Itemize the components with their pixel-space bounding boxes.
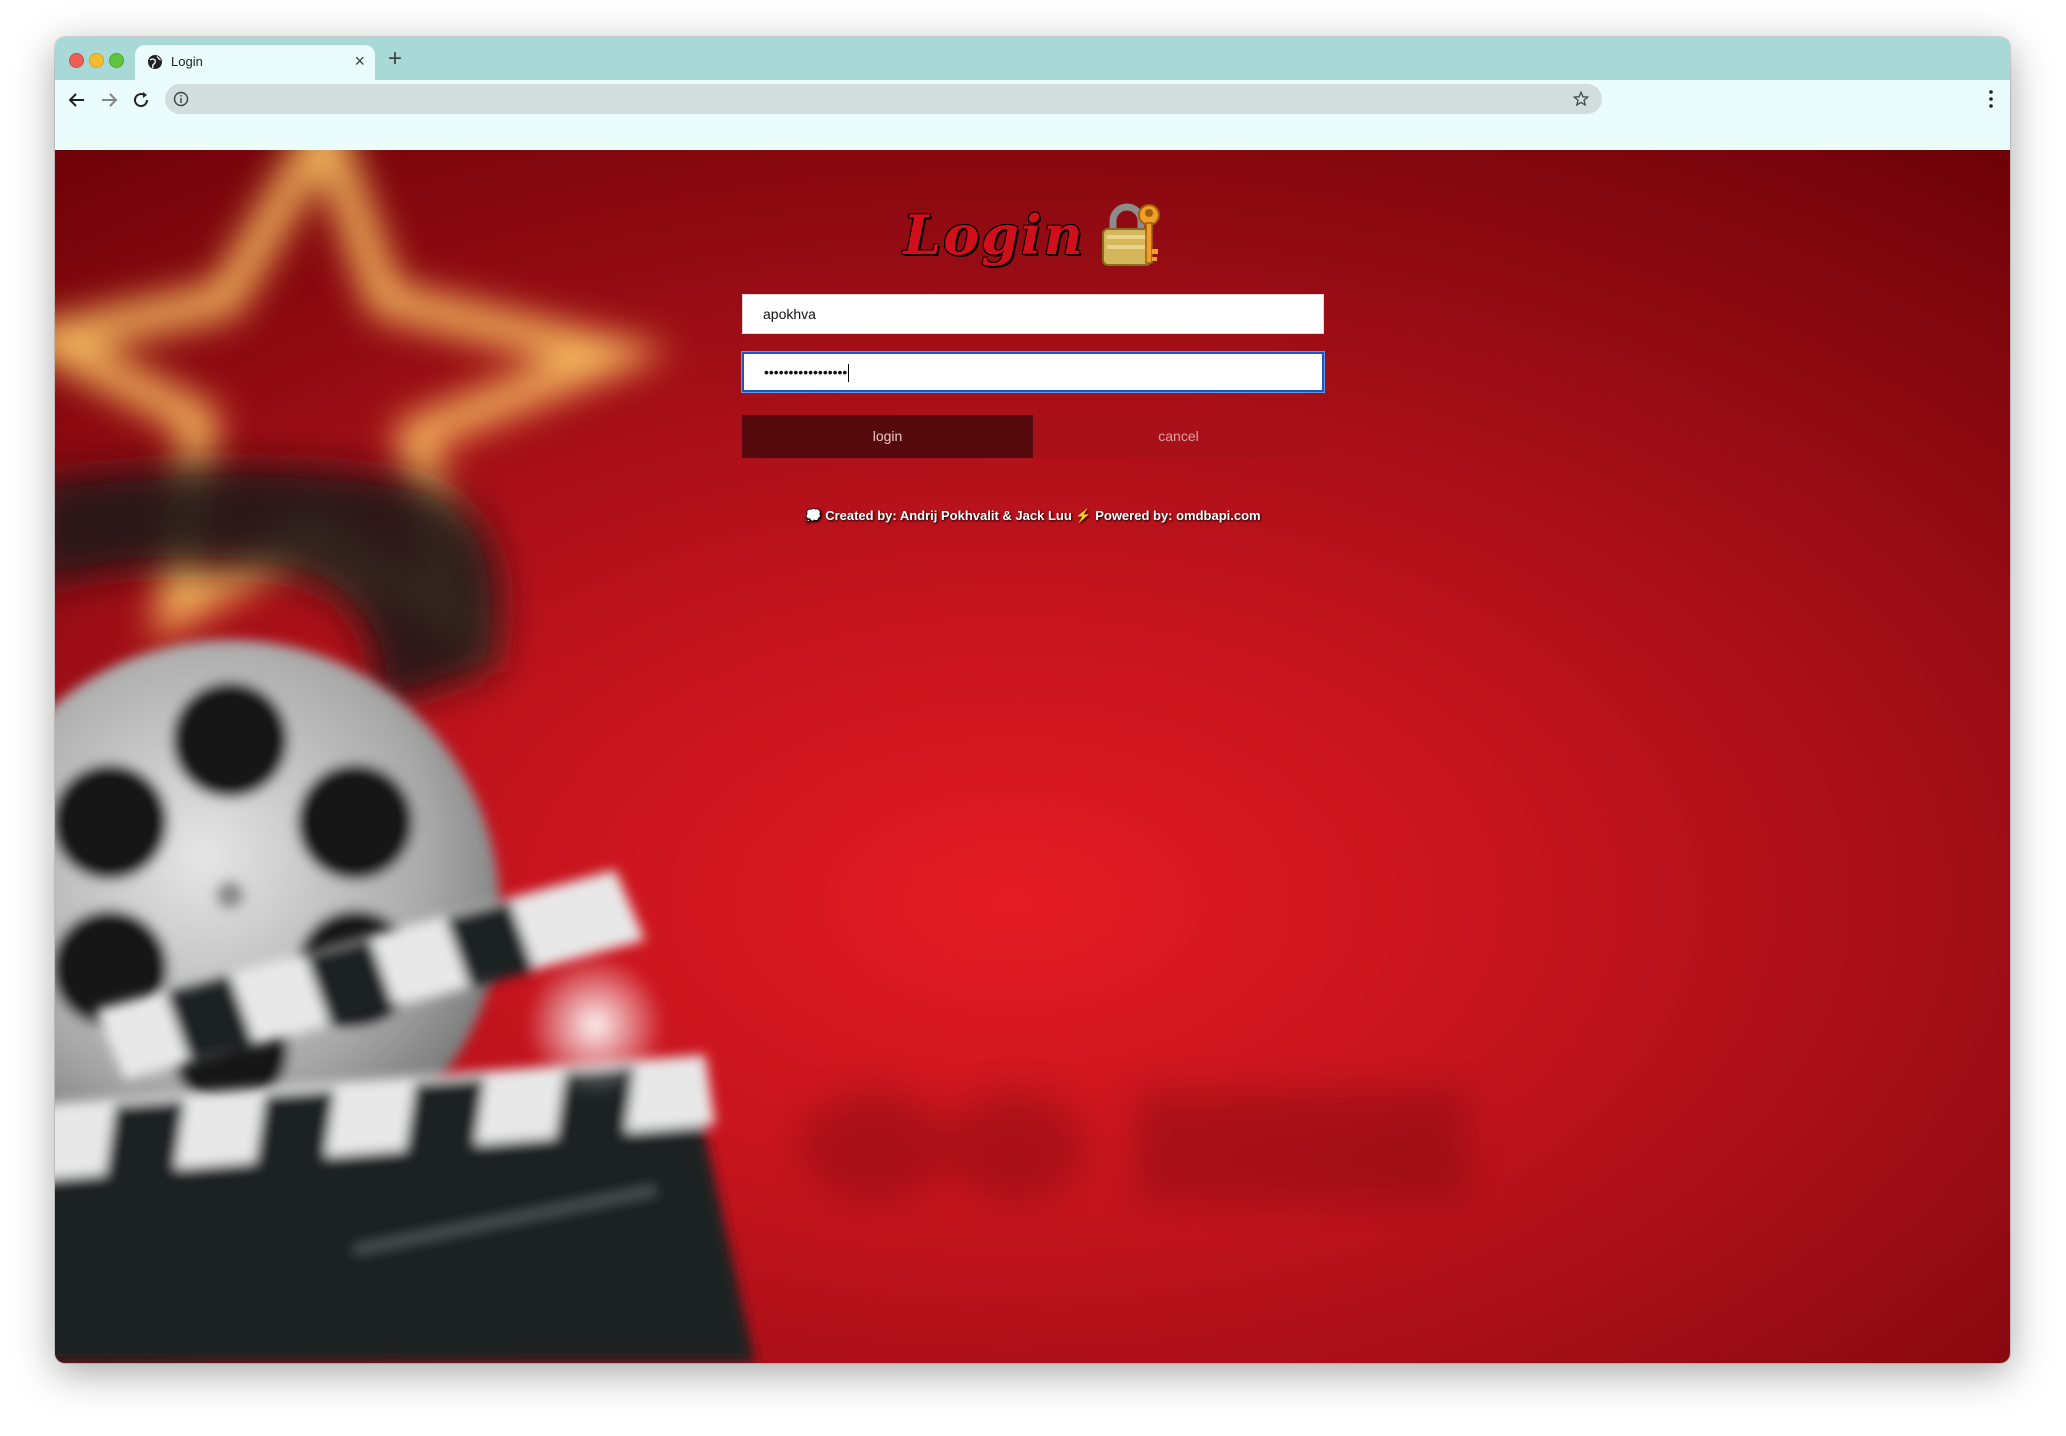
username-field[interactable]: apokhva [742, 294, 1324, 334]
back-arrow-icon[interactable] [65, 88, 89, 112]
reload-icon[interactable] [129, 88, 153, 112]
lock-with-key-icon [1101, 203, 1160, 266]
address-bar[interactable] [165, 84, 1602, 114]
background-blurred-lettering [800, 1090, 1465, 1200]
password-field[interactable]: ••••••••••••••••• [742, 352, 1324, 392]
tab-title: Login [171, 54, 203, 69]
minimize-window-button[interactable] [89, 53, 104, 68]
footer-credits: 💭 Created by: Andrij Pokhvalit & Jack Lu… [742, 508, 1324, 524]
page-content: Login apokhva ••••••••••••••••• login ca… [55, 150, 2010, 1363]
speech-bubble-icon: 💭 [805, 508, 822, 523]
login-form: Login apokhva ••••••••••••••••• login ca… [742, 195, 1324, 523]
login-heading: Login [903, 203, 1085, 267]
tab-login[interactable]: Login × [135, 45, 375, 80]
lightning-icon: ⚡ [1075, 508, 1092, 523]
info-icon[interactable] [173, 91, 189, 107]
new-tab-button[interactable]: + [388, 45, 402, 73]
login-button[interactable]: login [742, 415, 1033, 458]
page-title: Login [742, 195, 1324, 275]
cancel-button[interactable]: cancel [1033, 415, 1324, 458]
kebab-menu-icon[interactable] [1988, 89, 1994, 109]
maximize-window-button[interactable] [109, 53, 124, 68]
star-icon[interactable] [1572, 90, 1590, 108]
tab-strip: Login × + [55, 37, 2010, 80]
light-flare-decoration [525, 955, 665, 1095]
password-masked-text: ••••••••••••••••• [764, 364, 848, 380]
powered-by-text: Powered by: omdbapi.com [1095, 508, 1261, 523]
tab-close-icon[interactable]: × [354, 51, 365, 71]
text-caret [848, 364, 850, 383]
created-by-text: Created by: Andrij Pokhvalit & Jack Luu [825, 508, 1072, 523]
browser-window: Login × + Login apokhva ••••••••••••••••… [55, 37, 2010, 1363]
close-window-button[interactable] [69, 53, 84, 68]
forward-arrow-icon[interactable] [97, 88, 121, 112]
globe-icon [148, 55, 162, 69]
